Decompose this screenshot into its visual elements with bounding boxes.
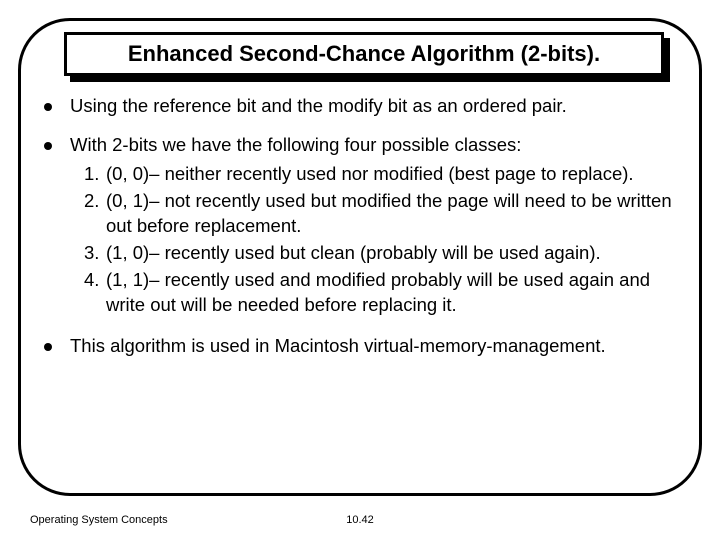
list-item: 1.(0, 0)– neither recently used nor modi… — [84, 162, 684, 187]
bullet-item: Using the reference bit and the modify b… — [44, 94, 684, 119]
bullet-item: With 2-bits we have the following four p… — [44, 133, 684, 320]
list-item: 4.(1, 1)– recently used and modified pro… — [84, 268, 684, 318]
slide-content: Using the reference bit and the modify b… — [44, 94, 684, 373]
list-item: 3.(1, 0)– recently used but clean (proba… — [84, 241, 684, 266]
bullet-icon — [44, 343, 52, 351]
bullet-icon — [44, 103, 52, 111]
bullet-text: With 2-bits we have the following four p… — [70, 133, 684, 320]
footer-page-number: 10.42 — [0, 514, 720, 526]
list-num: 2. — [84, 189, 106, 239]
list-text: (1, 0)– recently used but clean (probabl… — [106, 241, 601, 266]
bullet-text: Using the reference bit and the modify b… — [70, 94, 567, 119]
bullet-text: This algorithm is used in Macintosh virt… — [70, 334, 606, 359]
list-text: (0, 0)– neither recently used nor modifi… — [106, 162, 634, 187]
list-num: 3. — [84, 241, 106, 266]
bullet-item: This algorithm is used in Macintosh virt… — [44, 334, 684, 359]
list-item: 2.(0, 1)– not recently used but modified… — [84, 189, 684, 239]
bullet-icon — [44, 142, 52, 150]
list-text: (0, 1)– not recently used but modified t… — [106, 189, 684, 239]
list-num: 1. — [84, 162, 106, 187]
list-num: 4. — [84, 268, 106, 318]
list-text: (1, 1)– recently used and modified proba… — [106, 268, 684, 318]
bullet-intro: With 2-bits we have the following four p… — [70, 134, 521, 155]
slide-title-box: Enhanced Second-Chance Algorithm (2-bits… — [64, 32, 664, 76]
slide-title: Enhanced Second-Chance Algorithm (2-bits… — [128, 41, 600, 67]
ordered-list: 1.(0, 0)– neither recently used nor modi… — [70, 162, 684, 318]
